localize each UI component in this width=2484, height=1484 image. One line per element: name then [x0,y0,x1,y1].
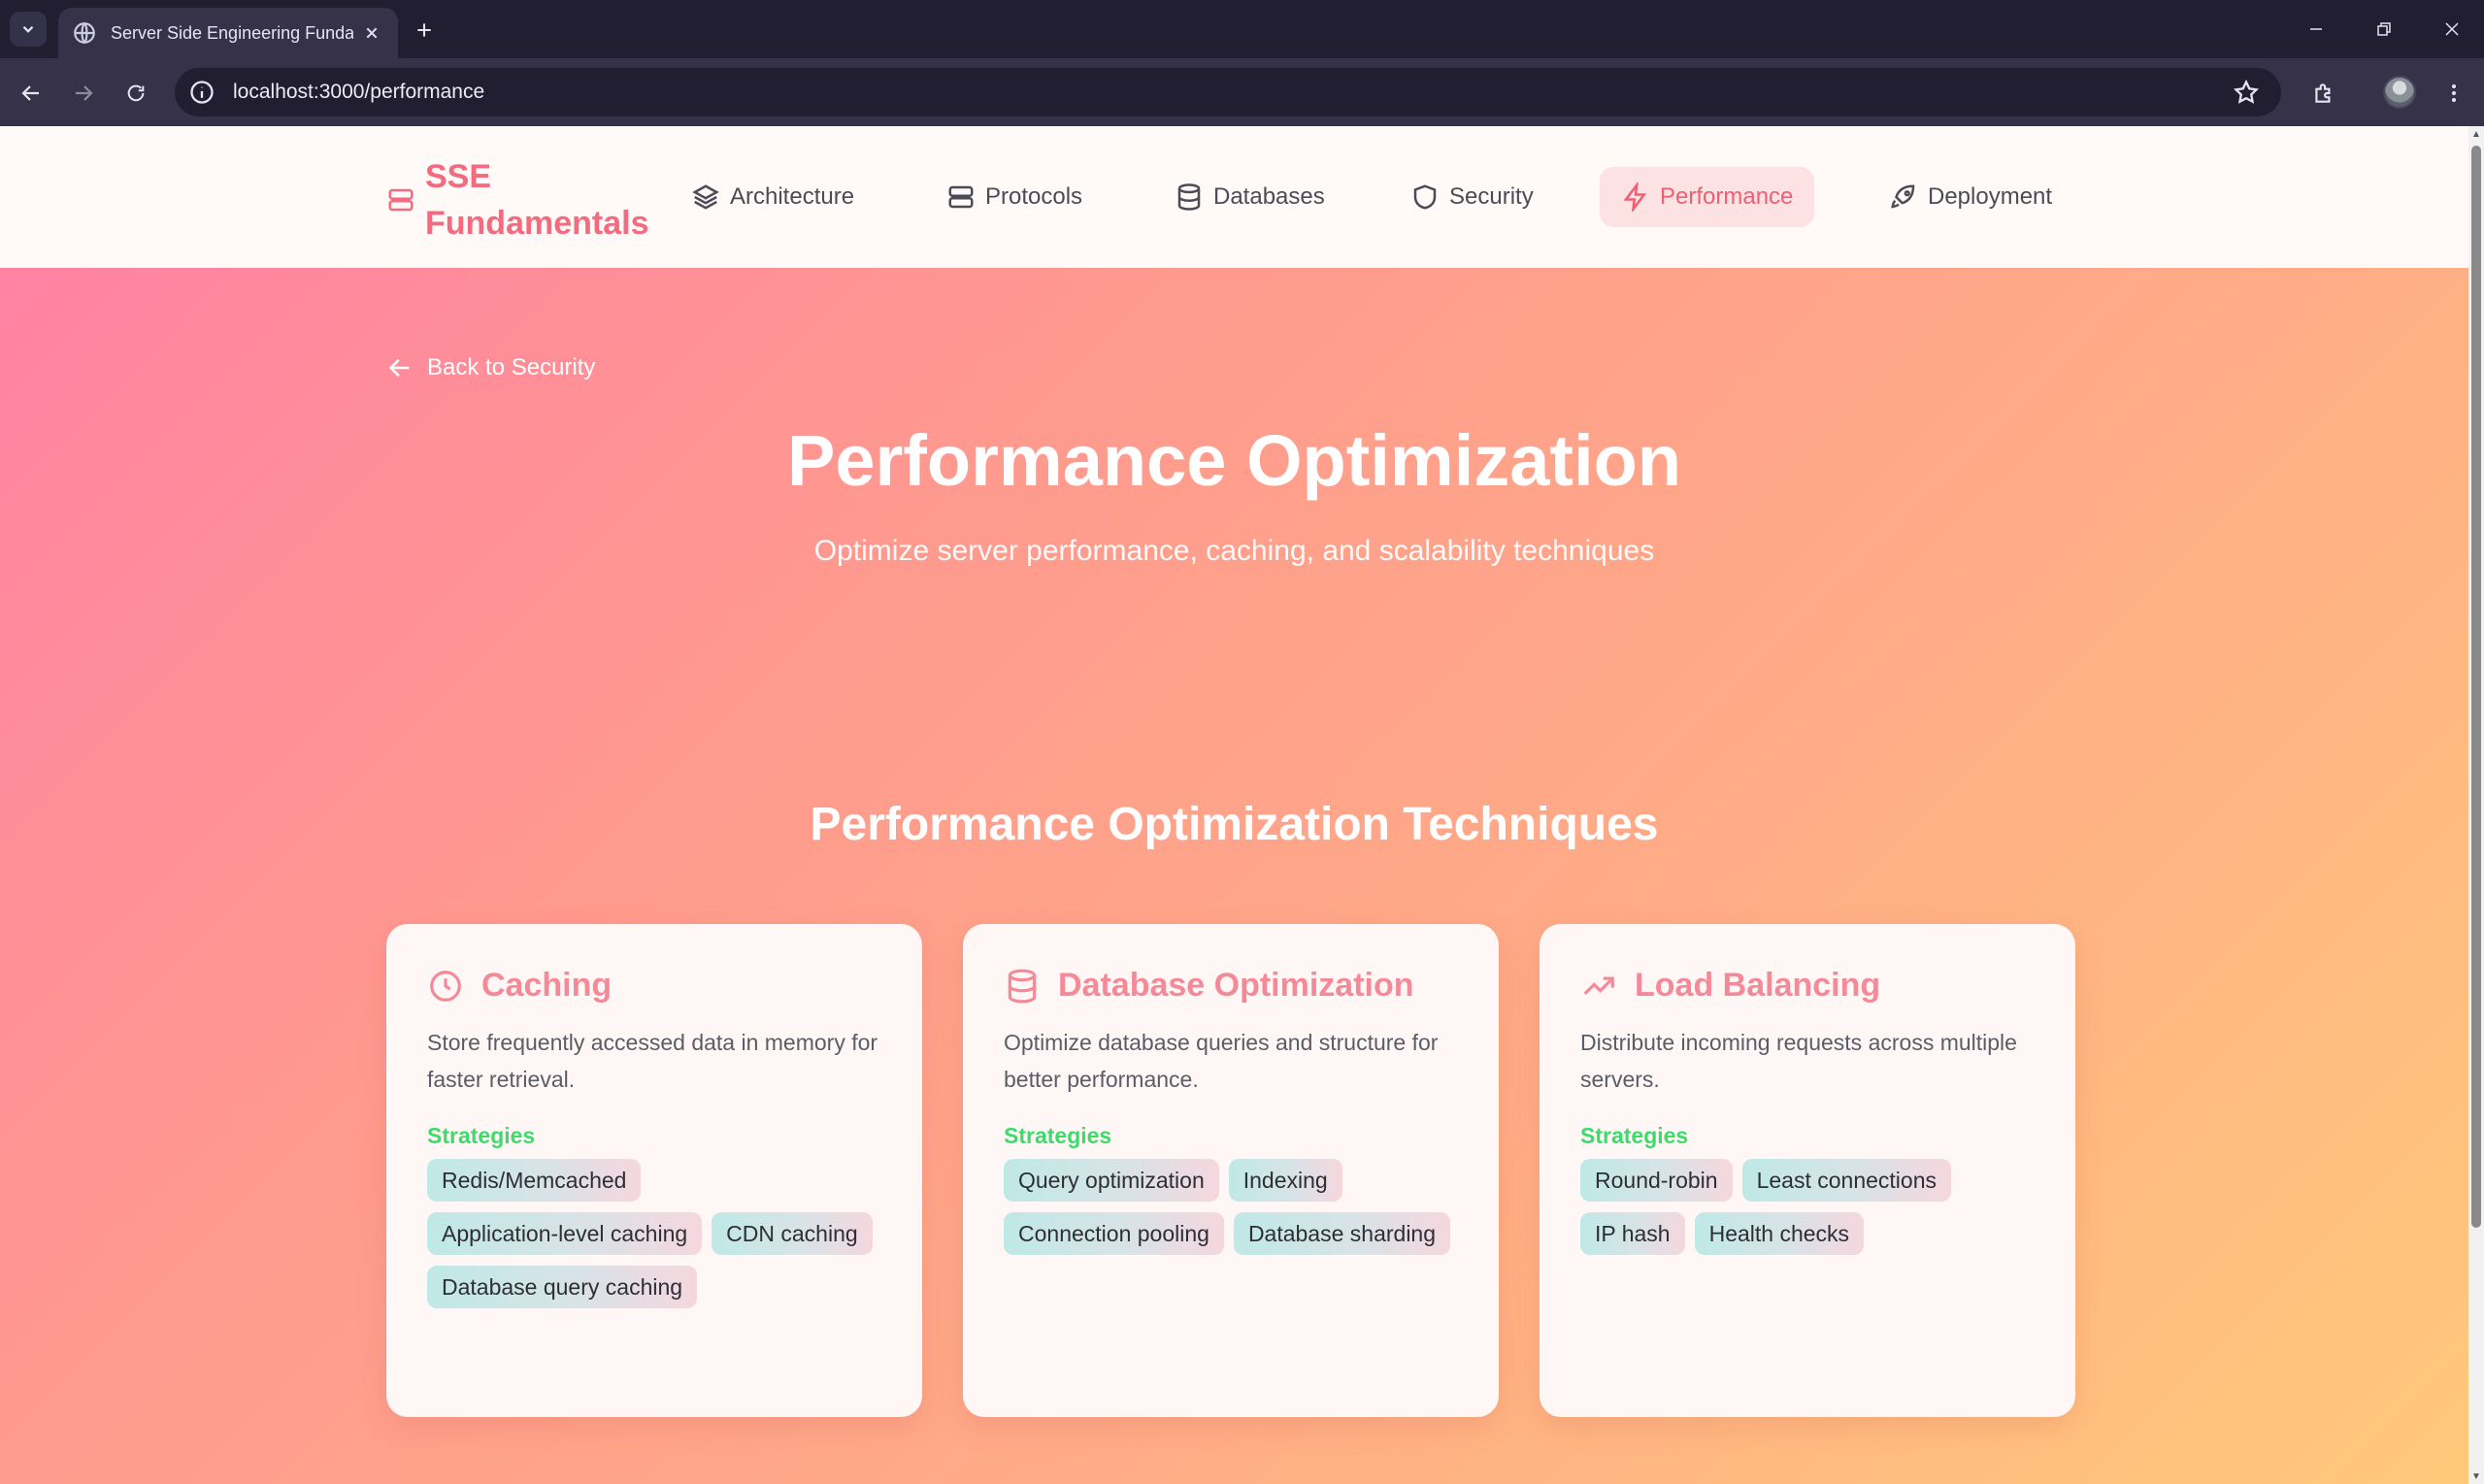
strategy-chip: Indexing [1228,1159,1342,1202]
profile-avatar[interactable] [2383,76,2416,109]
nav-label: Deployment [1928,183,2053,210]
database-icon [1177,183,1201,211]
strategy-chip: CDN caching [712,1212,873,1255]
nav-databases[interactable]: Databases [1153,167,1346,227]
restore-icon [2377,22,2391,36]
card-description: Store frequently accessed data in memory… [427,1030,878,1092]
nav-label: Architecture [730,183,855,210]
strategy-chips: Redis/Memcached Application-level cachin… [427,1159,881,1308]
url-text[interactable]: localhost:3000/performance [233,81,484,104]
database-icon [1008,969,1037,1003]
address-bar[interactable]: localhost:3000/performance [175,68,2281,116]
browser-toolbar: localhost:3000/performance [0,58,2484,126]
rocket-icon [1891,184,1915,209]
card-title: Database Optimization [1058,967,1414,1004]
plus-icon [417,23,431,37]
strategy-chip: Query optimization [1004,1159,1219,1202]
reload-icon [127,84,145,102]
section-heading: Performance Optimization Techniques [810,799,1659,850]
page-viewport: SSE Fundamentals Architecture Protocols … [0,126,2484,1484]
arrow-left-icon [21,85,39,101]
tab-title: Server Side Engineering Fundamentals [111,22,353,43]
strategy-chip: Database sharding [1233,1212,1451,1255]
nav-label: Security [1449,183,1534,210]
browser-tab-active[interactable]: Server Side Engineering Fundamentals [58,8,398,58]
reload-button[interactable] [116,74,155,113]
zap-icon [1623,182,1647,212]
globe-icon [74,22,95,44]
nav-label: Protocols [985,183,1083,210]
strategy-chips: Round-robin Least connections IP hash He… [1580,1159,2035,1255]
card-header: Caching [427,967,881,1005]
page-scrollbar[interactable]: ▲ ▼ [2468,126,2484,1484]
server-icon [948,185,974,209]
technique-card-database-optimization: Database Optimization Optimize database … [963,924,1499,1417]
card-title: Caching [481,967,613,1004]
trending-up-icon [1583,976,1614,995]
strategy-chip: Least connections [1741,1159,1951,1202]
close-tab-icon[interactable] [359,20,384,46]
brand-name: SSE Fundamentals [425,153,658,247]
site-info-icon[interactable] [188,79,215,106]
arrow-left-icon [388,358,410,378]
strategies-label: Strategies [427,1123,536,1148]
bookmark-star-icon[interactable] [2233,79,2260,106]
card-title: Load Balancing [1635,967,1881,1004]
technique-card-load-balancing: Load Balancing Distribute incoming reque… [1540,924,2075,1417]
layers-icon [692,184,719,210]
nav-performance[interactable]: Performance [1600,167,1815,227]
card-description: Optimize database queries and structure … [1004,1030,1439,1092]
back-link-label: Back to Security [427,354,596,380]
back-to-security-link[interactable]: Back to Security [386,354,595,381]
minimize-icon [2310,28,2322,30]
nav-label: Performance [1660,183,1794,210]
tab-search-button[interactable] [10,12,47,47]
site-header: SSE Fundamentals Architecture Protocols … [0,126,2468,268]
brand-label: SSE Fundamentals [425,158,649,242]
clock-icon [430,970,461,1002]
card-header: Load Balancing [1580,967,2035,1005]
scroll-down-icon[interactable]: ▼ [2470,1472,2482,1482]
minimize-button[interactable] [2297,10,2335,49]
server-icon [388,188,414,212]
page-subtitle: Optimize server performance, caching, an… [813,535,1655,567]
strategies-label: Strategies [1580,1123,1689,1148]
scroll-up-icon[interactable]: ▲ [2470,130,2482,140]
strategy-chip: IP hash [1580,1212,1685,1255]
scrollbar-thumb[interactable] [2471,146,2481,1228]
strategy-chip: Health checks [1694,1212,1865,1255]
strategy-chip: Redis/Memcached [427,1159,642,1202]
strategies-label: Strategies [1004,1123,1112,1148]
strategy-chip: Database query caching [427,1266,698,1308]
nav-protocols[interactable]: Protocols [925,167,1104,227]
nav-label: Databases [1213,183,1325,210]
close-window-button[interactable] [2433,10,2471,49]
chevron-down-icon [22,25,34,33]
browser-tabstrip: Server Side Engineering Fundamentals [0,0,2484,58]
shield-icon [1413,184,1437,210]
extensions-button[interactable] [2304,74,2343,113]
strategy-chips: Query optimization Indexing Connection p… [1004,1159,1458,1255]
back-button[interactable] [12,74,50,113]
card-header: Database Optimization [1004,967,1458,1005]
strategy-chip: Application-level caching [427,1212,703,1255]
forward-button[interactable] [64,74,103,113]
puzzle-icon [2315,83,2331,103]
strategy-chip: Round-robin [1580,1159,1733,1202]
nav-security[interactable]: Security [1389,167,1555,227]
restore-button[interactable] [2365,10,2403,49]
strategy-chip: Connection pooling [1004,1212,1224,1255]
page-title: Performance Optimization [786,420,1682,501]
more-vertical-icon [2452,84,2456,102]
browser-menu-button[interactable] [2434,74,2473,113]
new-tab-button[interactable] [408,14,441,47]
arrow-right-icon [76,85,93,101]
brand-link[interactable]: SSE Fundamentals [386,153,658,247]
nav-deployment[interactable]: Deployment [1868,167,2073,227]
card-description: Distribute incoming requests across mult… [1580,1030,2017,1092]
close-icon [2445,22,2459,36]
technique-card-caching: Caching Store frequently accessed data i… [386,924,922,1417]
nav-architecture[interactable]: Architecture [670,167,876,227]
